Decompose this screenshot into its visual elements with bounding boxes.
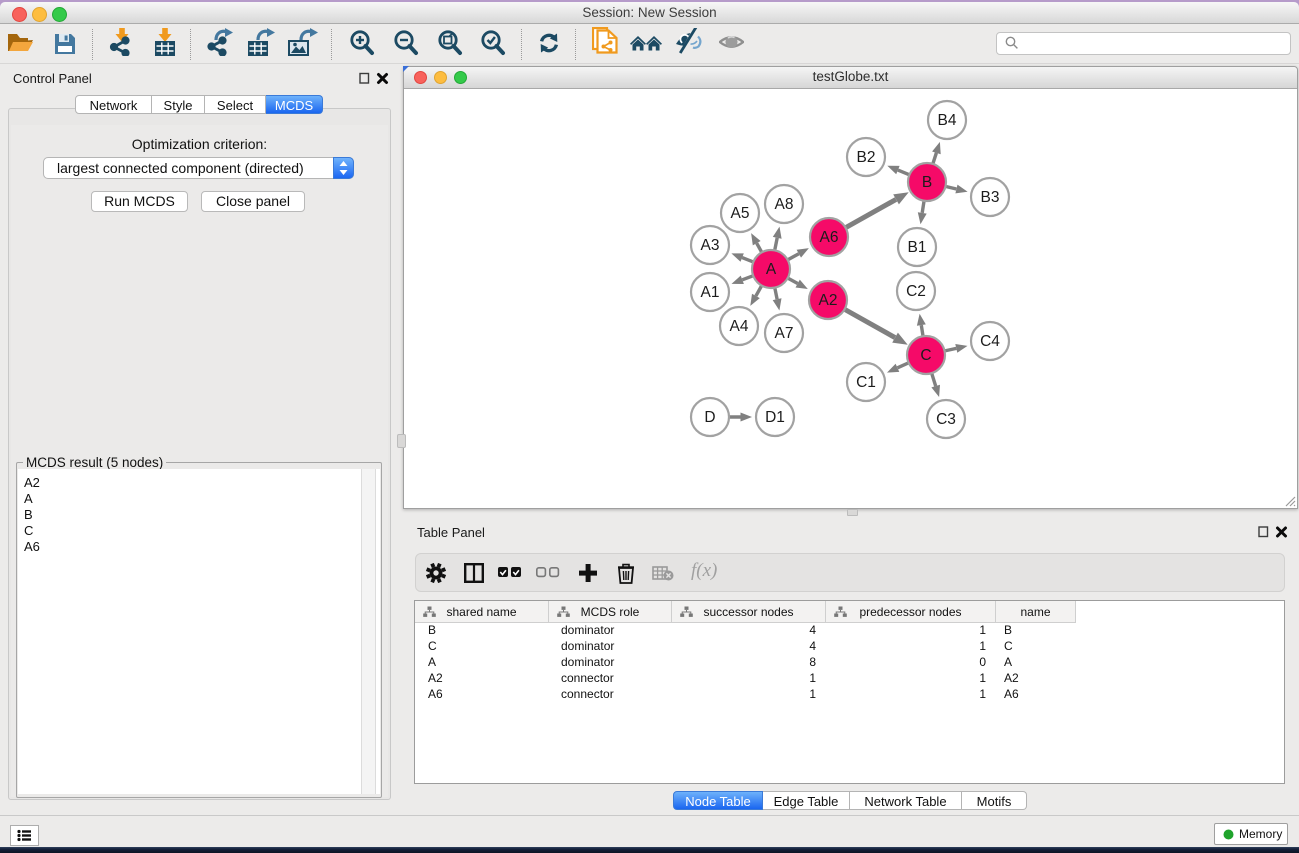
svg-text:A4: A4 (730, 318, 749, 335)
svg-text:A6: A6 (820, 229, 839, 246)
svg-text:B4: B4 (938, 112, 957, 129)
svg-text:C1: C1 (856, 374, 876, 391)
svg-text:A7: A7 (775, 325, 794, 342)
svg-text:B2: B2 (857, 149, 876, 166)
svg-text:C4: C4 (980, 333, 1000, 350)
svg-text:A2: A2 (819, 292, 838, 309)
svg-text:A1: A1 (701, 284, 720, 301)
svg-text:A5: A5 (731, 205, 750, 222)
svg-text:C: C (920, 347, 931, 364)
svg-text:C2: C2 (906, 283, 926, 300)
svg-text:B1: B1 (908, 239, 927, 256)
svg-text:D: D (704, 409, 715, 426)
svg-text:B: B (922, 174, 932, 191)
svg-text:A3: A3 (701, 237, 720, 254)
svg-text:B3: B3 (981, 189, 1000, 206)
svg-text:C3: C3 (936, 411, 956, 428)
svg-text:D1: D1 (765, 409, 785, 426)
svg-text:A8: A8 (775, 196, 794, 213)
svg-text:A: A (766, 261, 777, 278)
